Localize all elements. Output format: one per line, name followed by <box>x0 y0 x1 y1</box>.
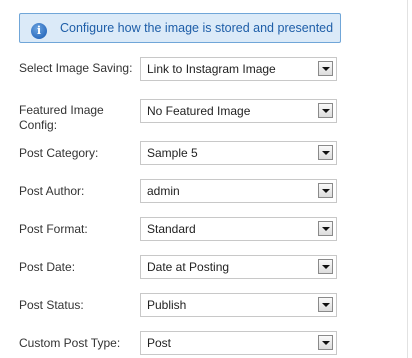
chevron-down-icon[interactable] <box>318 335 333 350</box>
post-category-value: Sample 5 <box>147 146 198 160</box>
post-date-label: Post Date: <box>19 260 76 274</box>
custom-post-type-label: Custom Post Type: <box>19 336 121 350</box>
post-date-dropdown[interactable]: Date at Posting <box>140 255 337 279</box>
post-author-dropdown[interactable]: admin <box>140 179 337 203</box>
chevron-down-icon[interactable] <box>318 183 333 198</box>
chevron-down-icon[interactable] <box>318 103 333 118</box>
featured-image-config-label: Featured Image Config: <box>19 103 104 132</box>
post-format-dropdown[interactable]: Standard <box>140 217 337 241</box>
post-category-dropdown[interactable]: Sample 5 <box>140 141 337 165</box>
select-image-saving-value: Link to Instagram Image <box>147 62 276 76</box>
post-status-label: Post Status: <box>19 298 84 312</box>
featured-image-config-dropdown[interactable]: No Featured Image <box>140 99 337 123</box>
post-category-label: Post Category: <box>19 146 99 160</box>
post-author-label: Post Author: <box>19 184 85 198</box>
select-image-saving-label: Select Image Saving: <box>19 61 133 75</box>
post-format-value: Standard <box>147 222 196 236</box>
custom-post-type-dropdown[interactable]: Post <box>140 331 337 355</box>
info-icon: i <box>31 23 47 39</box>
info-box: i Configure how the image is stored and … <box>19 13 341 43</box>
chevron-down-icon[interactable] <box>318 145 333 160</box>
post-status-dropdown[interactable]: Publish <box>140 293 337 317</box>
chevron-down-icon[interactable] <box>318 259 333 274</box>
chevron-down-icon[interactable] <box>318 221 333 236</box>
post-date-value: Date at Posting <box>147 260 230 274</box>
panel-right-border <box>407 0 408 358</box>
chevron-down-icon[interactable] <box>318 297 333 312</box>
chevron-down-icon[interactable] <box>318 61 333 76</box>
info-text: Configure how the image is stored and pr… <box>60 21 334 35</box>
post-author-value: admin <box>147 184 180 198</box>
custom-post-type-value: Post <box>147 336 172 350</box>
post-status-value: Publish <box>147 298 187 312</box>
select-image-saving-dropdown[interactable]: Link to Instagram Image <box>140 57 337 81</box>
post-format-label: Post Format: <box>19 222 88 236</box>
featured-image-config-value: No Featured Image <box>147 104 251 118</box>
